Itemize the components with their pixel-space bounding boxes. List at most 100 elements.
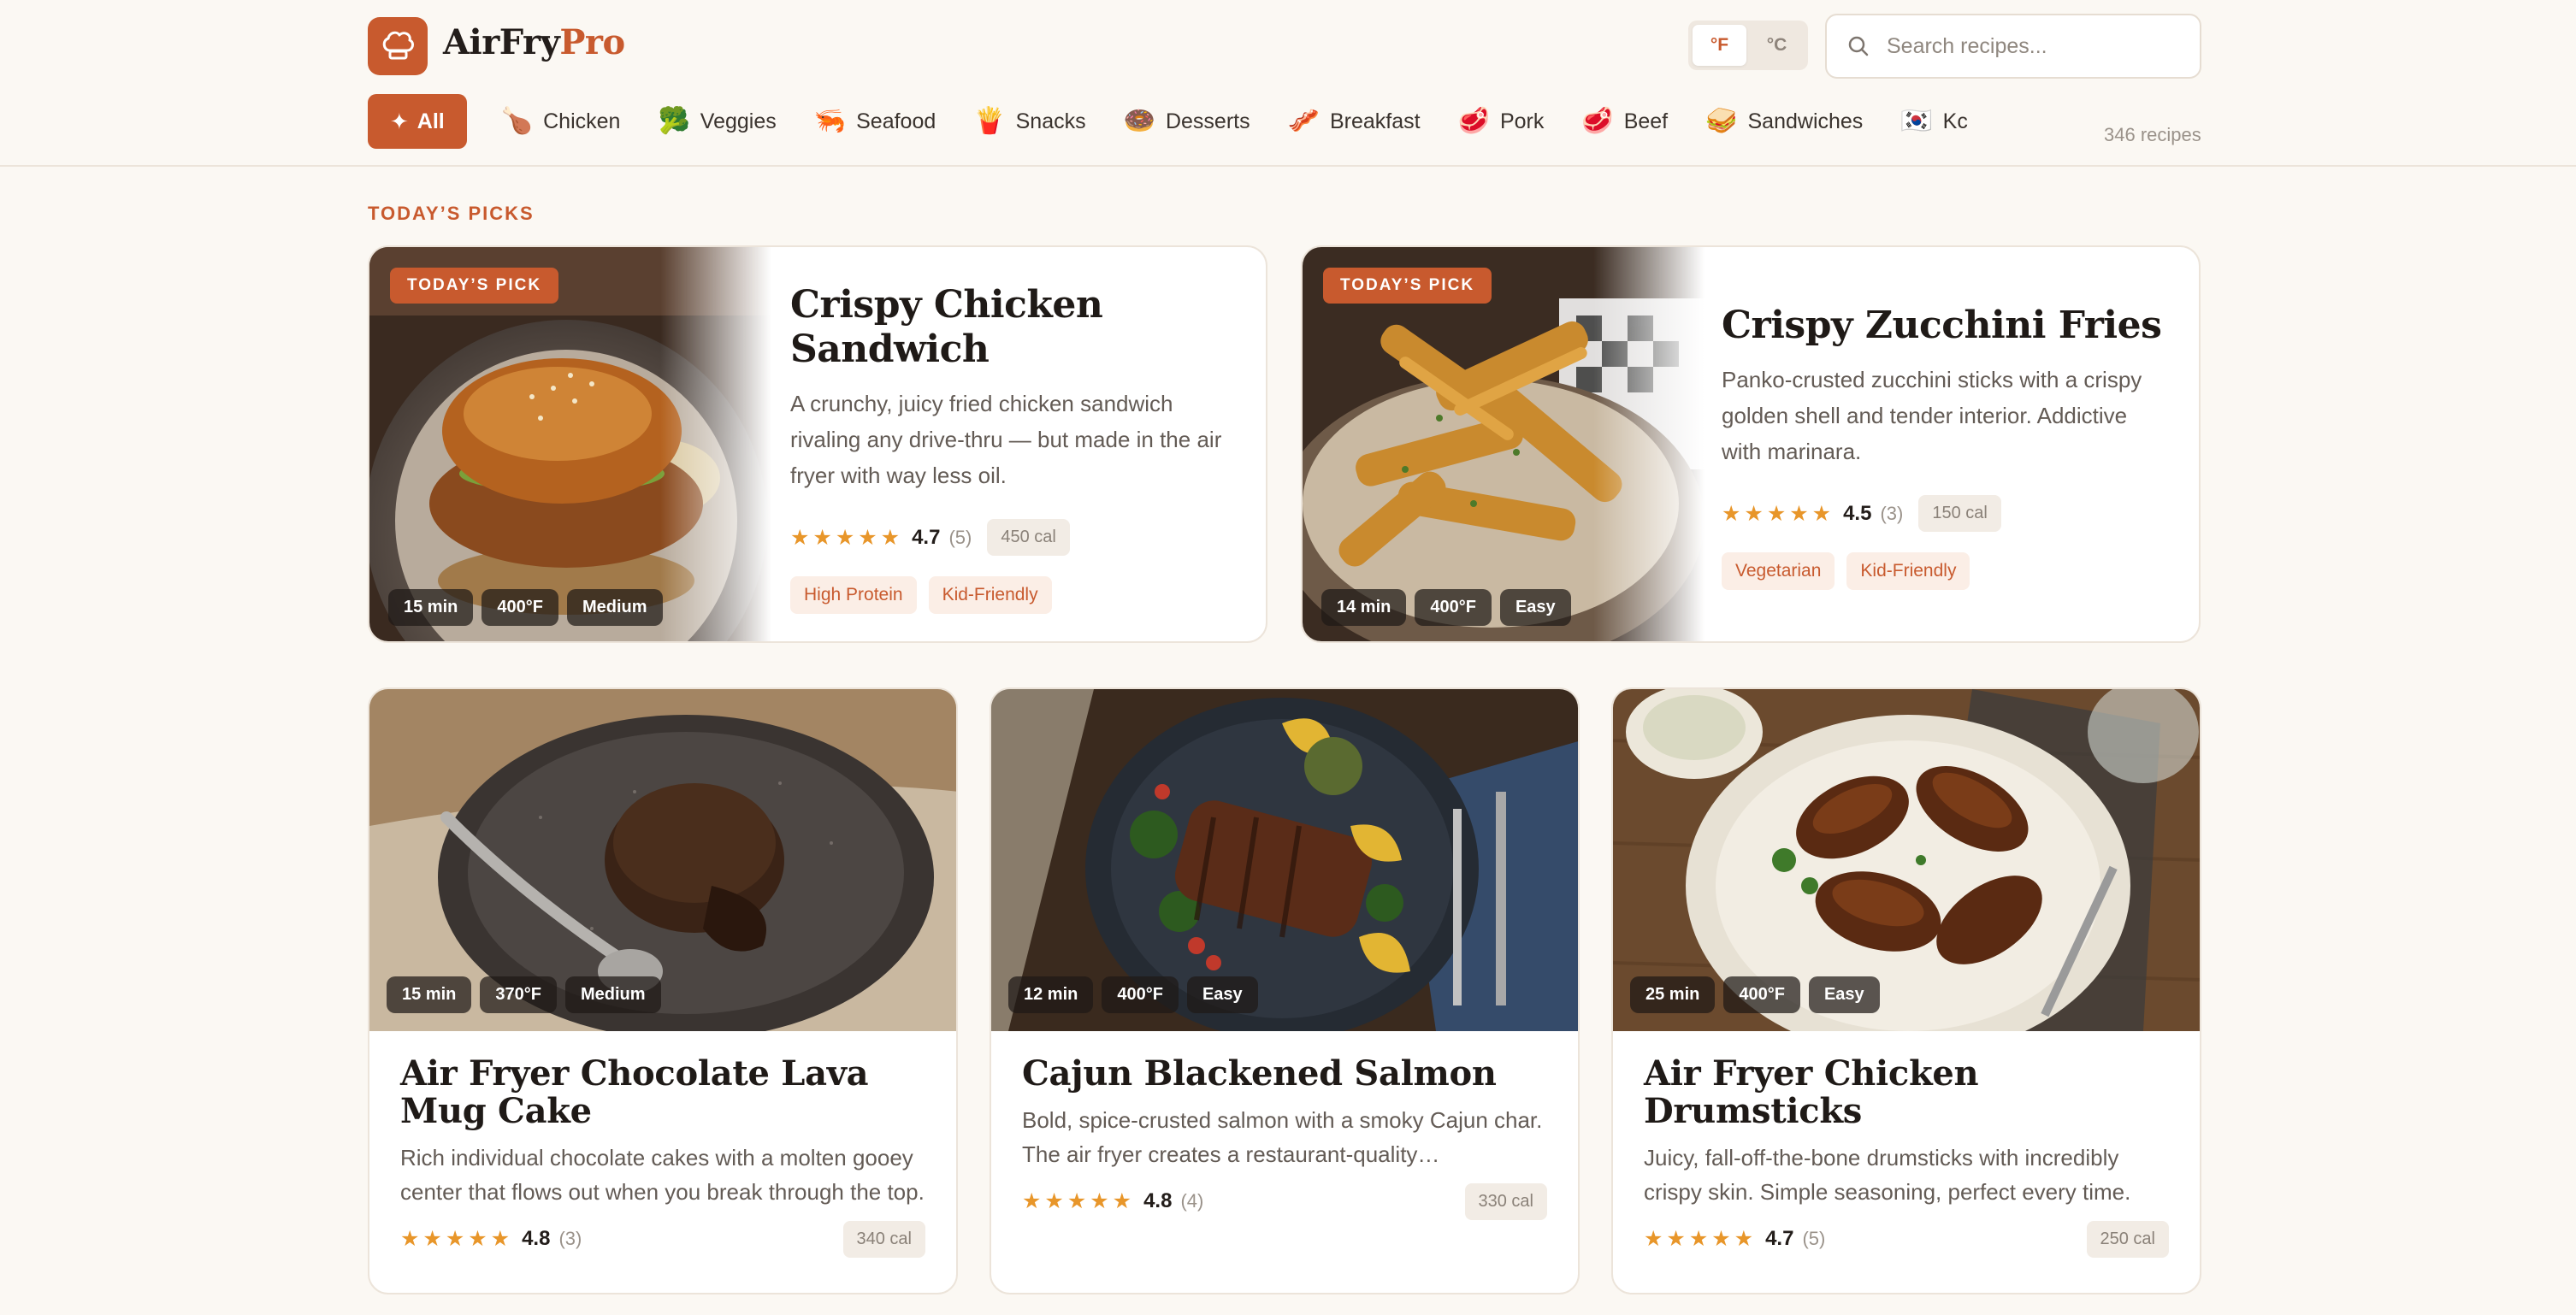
search-input[interactable] bbox=[1887, 33, 2195, 59]
recipe-rating-row: ★★★★★ 4.7 (5) 250 cal bbox=[1644, 1220, 2169, 1258]
rating-value: 4.5 bbox=[1843, 501, 1872, 525]
star-rating-icon: ★★★★★ bbox=[790, 525, 904, 550]
featured-recipe-card[interactable]: TODAY’S PICK 15 min 400°F Medium Crispy … bbox=[368, 245, 1267, 643]
todays-pick-badge: TODAY’S PICK bbox=[390, 268, 559, 304]
category-pork[interactable]: 🥩 Pork bbox=[1439, 94, 1563, 149]
temperature-unit-toggle: °F °C bbox=[1688, 21, 1808, 70]
rating-value: 4.7 bbox=[1765, 1227, 1794, 1250]
drumstick-icon: 🍗 bbox=[500, 107, 534, 135]
recipe-card[interactable]: 15 min 370°F Medium Air Fryer Chocolate … bbox=[368, 687, 958, 1294]
category-label: Snacks bbox=[1015, 109, 1086, 133]
category-sandwiches[interactable]: 🥪 Sandwiches bbox=[1687, 94, 1882, 149]
cook-time-chip: 14 min bbox=[1321, 589, 1407, 626]
cook-time-chip: 25 min bbox=[1630, 976, 1716, 1013]
recipe-title[interactable]: Crispy Chicken Sandwich bbox=[790, 283, 1232, 372]
brand-name-part1: AirFry bbox=[443, 22, 560, 62]
review-count: (3) bbox=[1880, 502, 1904, 524]
recipe-title[interactable]: Air Fryer Chicken Drumsticks bbox=[1644, 1055, 2169, 1130]
category-beef[interactable]: 🥩 Beef bbox=[1563, 94, 1687, 149]
top-header: AirFryPro °F °C ✦ All 🍗 Chicken 🥦 Veggie… bbox=[0, 0, 2576, 167]
recipe-photo-lava-cake: 15 min 370°F Medium bbox=[369, 689, 956, 1031]
recipe-photo-chicken-drumsticks: 25 min 400°F Easy bbox=[1613, 689, 2200, 1031]
recipe-card[interactable]: 25 min 400°F Easy Air Fryer Chicken Drum… bbox=[1611, 687, 2201, 1294]
category-chicken[interactable]: 🍗 Chicken bbox=[482, 94, 640, 149]
category-korean[interactable]: 🇰🇷 Kc bbox=[1882, 94, 1987, 149]
temperature-chip: 370°F bbox=[480, 976, 557, 1013]
recipe-tags: Vegetarian Kid-Friendly bbox=[1722, 552, 2165, 590]
star-rating-icon: ★★★★★ bbox=[400, 1227, 514, 1251]
category-desserts[interactable]: 🍩 Desserts bbox=[1105, 94, 1269, 149]
section-heading-todays-picks: TODAY’S PICKS bbox=[368, 203, 535, 224]
star-rating-icon: ★★★★★ bbox=[1644, 1227, 1758, 1251]
category-seafood[interactable]: 🦐 Seafood bbox=[795, 94, 955, 149]
rating-value: 4.8 bbox=[1143, 1189, 1173, 1212]
bacon-icon: 🥓 bbox=[1287, 107, 1320, 135]
korea-flag-icon: 🇰🇷 bbox=[1900, 107, 1933, 135]
meat-icon: 🥩 bbox=[1581, 107, 1614, 135]
recipe-tags: High Protein Kid-Friendly bbox=[790, 576, 1232, 614]
recipe-title[interactable]: Air Fryer Chocolate Lava Mug Cake bbox=[400, 1055, 925, 1130]
recipe-stats: 14 min 400°F Easy bbox=[1321, 589, 1571, 626]
recipe-description: Panko-crusted zucchini sticks with a cri… bbox=[1722, 367, 2142, 464]
fries-icon: 🍟 bbox=[973, 107, 1006, 135]
brand-name-part2: Pro bbox=[559, 22, 625, 62]
temperature-chip: 400°F bbox=[1723, 976, 1800, 1013]
shrimp-icon: 🦐 bbox=[813, 107, 847, 135]
tag-badge[interactable]: Kid-Friendly bbox=[1846, 552, 1970, 590]
recipe-photo-zucchini-fries: TODAY’S PICK 14 min 400°F Easy bbox=[1303, 247, 1705, 641]
star-rating-icon: ★★★★★ bbox=[1722, 501, 1835, 526]
calorie-badge: 250 cal bbox=[2086, 1220, 2169, 1258]
review-count: (5) bbox=[948, 526, 972, 548]
tag-badge[interactable]: Kid-Friendly bbox=[928, 576, 1052, 614]
star-rating-icon: ★★★★★ bbox=[1022, 1189, 1136, 1213]
review-count: (4) bbox=[1180, 1190, 1204, 1212]
difficulty-chip: Easy bbox=[1499, 589, 1571, 626]
recipe-card-body: Air Fryer Chocolate Lava Mug Cake Rich i… bbox=[400, 1055, 925, 1258]
category-label: Chicken bbox=[543, 109, 621, 133]
review-count: (3) bbox=[558, 1228, 582, 1249]
category-label: Beef bbox=[1623, 109, 1669, 133]
brand-name[interactable]: AirFryPro bbox=[443, 22, 625, 62]
unit-celsius-button[interactable]: °C bbox=[1750, 25, 1804, 66]
tag-badge[interactable]: High Protein bbox=[790, 576, 917, 614]
rating-value: 4.7 bbox=[912, 525, 941, 549]
featured-recipe-card[interactable]: TODAY’S PICK 14 min 400°F Easy Crispy Zu… bbox=[1301, 245, 2201, 643]
recipe-rating-row: ★★★★★ 4.8 (4) 330 cal bbox=[1022, 1182, 1547, 1220]
recipe-description: Juicy, fall-off-the-bone drumsticks with… bbox=[1644, 1145, 2131, 1205]
category-label: Seafood bbox=[856, 109, 936, 133]
recipe-title[interactable]: Crispy Zucchini Fries bbox=[1722, 304, 2165, 348]
recipe-stats: 25 min 400°F Easy bbox=[1630, 976, 1880, 1013]
sandwich-icon: 🥪 bbox=[1705, 107, 1738, 135]
cook-time-chip: 12 min bbox=[1008, 976, 1094, 1013]
unit-fahrenheit-button[interactable]: °F bbox=[1693, 25, 1746, 66]
search-box bbox=[1825, 14, 2201, 79]
category-veggies[interactable]: 🥦 Veggies bbox=[639, 94, 795, 149]
category-breakfast[interactable]: 🥓 Breakfast bbox=[1269, 94, 1439, 149]
category-label: Sandwiches bbox=[1747, 109, 1864, 133]
broccoli-icon: 🥦 bbox=[658, 107, 690, 135]
category-label: Desserts bbox=[1165, 109, 1250, 133]
recipe-rating-row: ★★★★★ 4.5 (3) 150 cal bbox=[1722, 495, 2165, 532]
cook-time-chip: 15 min bbox=[387, 976, 472, 1013]
tag-badge[interactable]: Vegetarian bbox=[1722, 552, 1835, 590]
recipe-title[interactable]: Cajun Blackened Salmon bbox=[1022, 1055, 1547, 1093]
calorie-badge: 330 cal bbox=[1464, 1182, 1547, 1220]
todays-pick-badge: TODAY’S PICK bbox=[1323, 268, 1492, 304]
meat-icon: 🥩 bbox=[1457, 107, 1490, 135]
category-all[interactable]: ✦ All bbox=[368, 94, 467, 149]
recipe-stats: 15 min 370°F Medium bbox=[387, 976, 661, 1013]
difficulty-chip: Easy bbox=[1186, 976, 1258, 1013]
recipe-photo-cajun-salmon: 12 min 400°F Easy bbox=[991, 689, 1578, 1031]
category-label: Pork bbox=[1499, 109, 1545, 133]
difficulty-chip: Medium bbox=[566, 589, 663, 626]
recipe-card[interactable]: 12 min 400°F Easy Cajun Blackened Salmon… bbox=[990, 687, 1580, 1294]
category-snacks[interactable]: 🍟 Snacks bbox=[954, 94, 1104, 149]
recipe-count: 346 recipes bbox=[2104, 124, 2201, 145]
recipe-rating-row: ★★★★★ 4.7 (5) 450 cal bbox=[790, 519, 1232, 556]
rating-value: 4.8 bbox=[522, 1227, 551, 1250]
temperature-chip: 400°F bbox=[1102, 976, 1179, 1013]
recipe-description: Bold, spice-crusted salmon with a smoky … bbox=[1022, 1107, 1543, 1167]
calorie-badge: 340 cal bbox=[842, 1220, 925, 1258]
temperature-chip: 400°F bbox=[482, 589, 558, 626]
chef-hat-logo-icon[interactable] bbox=[368, 17, 428, 75]
